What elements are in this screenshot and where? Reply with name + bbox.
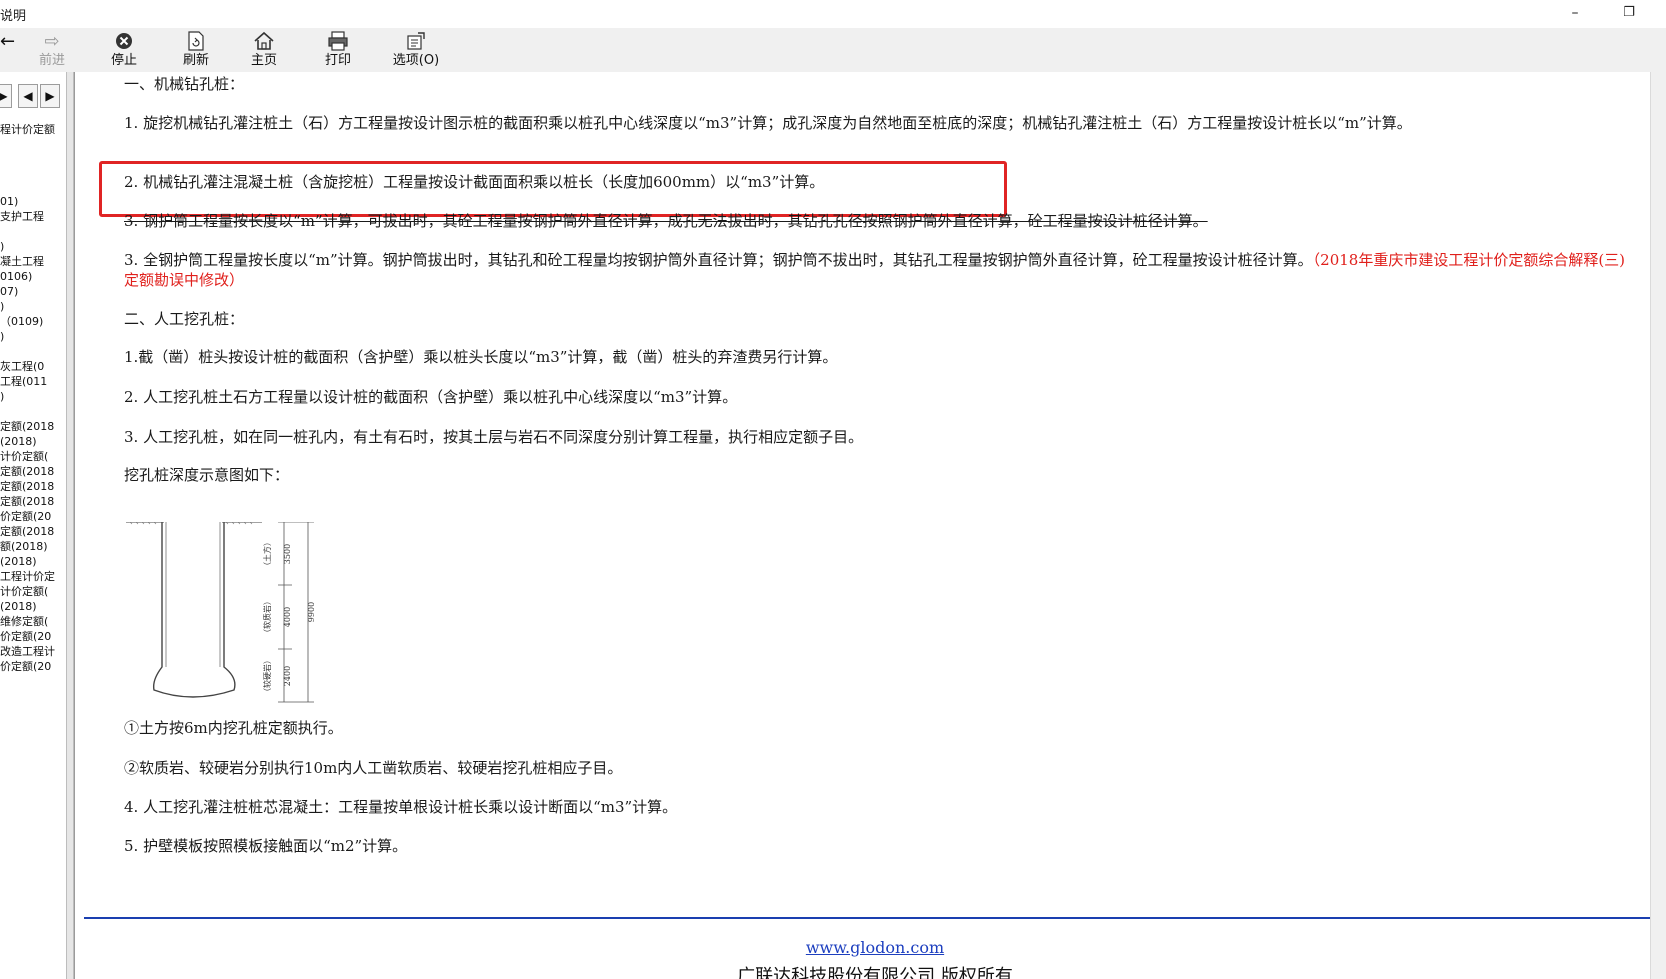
tree-item[interactable]: 改造工程计: [0, 644, 66, 659]
paragraph-1: 1. 旋挖机械钻孔灌注桩土（石）方工程量按设计图示桩的截面积乘以桩孔中心线深度以…: [124, 114, 1412, 132]
tree-item[interactable]: ): [0, 299, 66, 314]
section2-title: 二、人工挖孔桩：: [124, 310, 245, 328]
refresh-button[interactable]: 刷新: [170, 28, 222, 72]
home-label: 主页: [250, 53, 277, 68]
layer2-value: 4000: [283, 607, 292, 627]
tab-scroll-partial-button[interactable]: ▶: [0, 84, 12, 108]
item-3: 3. 人工挖孔桩，如在同一桩孔内，有土有石时，按其土层与岩石不同深度分别计算工程…: [124, 428, 864, 446]
tree-item[interactable]: 凝土工程: [0, 254, 66, 269]
refresh-icon: [170, 31, 222, 53]
contents-pane: ▶ ◀ ▶ 程计价定额 01) 支护工程) 凝土工程 0106) 07)) （0109)) 灰…: [0, 72, 66, 979]
tree-item[interactable]: 额(2018): [0, 539, 66, 554]
toolbar: ← ⇨ 前进 停止 刷新 主页 打印 选项(O): [0, 28, 1666, 72]
tree-item[interactable]: 07): [0, 284, 66, 299]
minimize-button[interactable]: –: [1560, 2, 1590, 24]
maximize-button[interactable]: ❐: [1614, 2, 1644, 24]
item-1: 1.截（凿）桩头按设计桩的截面积（含护壁）乘以桩头长度以“m3”计算，截（凿）桩…: [124, 348, 838, 366]
tree-item[interactable]: 价定额(20: [0, 509, 66, 524]
tab-scroll-left-button[interactable]: ◀: [18, 84, 38, 108]
print-label: 打印: [324, 53, 351, 68]
tree-item[interactable]: 定额(2018: [0, 419, 66, 434]
layer3-label: （较硬岩）: [262, 656, 272, 696]
copyright-text: 广联达科技股份有限公司 版权所有: [737, 966, 1013, 979]
tree-item[interactable]: 程计价定额: [0, 122, 66, 137]
tree-item[interactable]: 支护工程: [0, 209, 66, 224]
paragraph-3-text: 3. 全钢护筒工程量按长度以“m”计算。钢护筒拔出时，其钻孔和砼工程量均按钢护筒…: [124, 251, 1313, 269]
pile-depth-diagram: （土方） 3500 （软质岩） 4000 （较硬岩） 2400 9900: [126, 522, 316, 703]
tree-item[interactable]: 维修定额(: [0, 614, 66, 629]
stop-label: 停止: [110, 53, 137, 68]
tree-item[interactable]: 定额(2018: [0, 524, 66, 539]
layer1-value: 3500: [283, 544, 292, 564]
tree-item[interactable]: 灰工程(0: [0, 359, 66, 374]
tree-item[interactable]: (2018): [0, 554, 66, 569]
paragraph-3-struck: 3. 钢护筒工程量按长度以“m”计算，可拔出时，其砼工程量按钢护筒外直径计算，成…: [124, 212, 1208, 230]
home-icon: [238, 31, 290, 53]
tree-item[interactable]: 0106): [0, 269, 66, 284]
tree-item[interactable]: 工程(011: [0, 374, 66, 389]
total-depth-value: 9900: [307, 602, 316, 622]
paragraph-2: 2. 机械钻孔灌注混凝土桩（含旋挖桩）工程量按设计截面面积乘以桩长（长度加600…: [124, 173, 825, 191]
tree-item[interactable]: (2018): [0, 434, 66, 449]
website-link[interactable]: www.glodon.com: [84, 938, 1666, 957]
printer-icon: [312, 31, 364, 53]
tree-item[interactable]: 计价定额(: [0, 449, 66, 464]
layer1-label: （土方）: [262, 538, 272, 570]
tree-item[interactable]: 01): [0, 194, 66, 209]
tree-item[interactable]: 价定额(20: [0, 659, 66, 674]
stop-button[interactable]: 停止: [98, 28, 150, 72]
tree-item[interactable]: ): [0, 239, 66, 254]
print-button[interactable]: 打印: [312, 28, 364, 72]
tree-item[interactable]: ): [0, 329, 66, 344]
forward-arrow-icon: ⇨: [44, 31, 60, 52]
options-label: 选项(O): [392, 53, 440, 68]
pane-splitter[interactable]: [66, 72, 74, 979]
tree-item[interactable]: 工程计价定: [0, 569, 66, 584]
stop-icon: [98, 31, 150, 53]
content-border: [74, 72, 75, 979]
tree-item[interactable]: 计价定额(: [0, 584, 66, 599]
section1-title: 一、机械钻孔桩：: [124, 75, 245, 93]
help-content: 一、机械钻孔桩： 1. 旋挖机械钻孔灌注桩土（石）方工程量按设计图示桩的截面积乘…: [84, 72, 1666, 979]
back-button[interactable]: ←: [0, 28, 16, 72]
paragraph-3-revised: 3. 全钢护筒工程量按长度以“m”计算。钢护筒拔出时，其钻孔和砼工程量均按钢护筒…: [124, 250, 1634, 290]
item-5: 5. 护壁模板按照模板接触面以“m2”计算。: [124, 837, 408, 855]
tree-item[interactable]: 定额(2018: [0, 479, 66, 494]
refresh-label: 刷新: [182, 53, 209, 68]
note-2: ②软质岩、较硬岩分别执行10m内人工凿软质岩、较硬岩挖孔桩相应子目。: [124, 759, 623, 777]
tree-item[interactable]: 价定额(20: [0, 629, 66, 644]
vertical-scrollbar[interactable]: [1650, 72, 1666, 979]
tree-item[interactable]: ): [0, 389, 66, 404]
title-bar: 说明 – ❐: [0, 0, 1666, 28]
tree-item[interactable]: 定额(2018: [0, 494, 66, 509]
item-2: 2. 人工挖孔桩土石方工程量以设计桩的截面积（含护壁）乘以桩孔中心线深度以“m3…: [124, 388, 738, 406]
tree-item[interactable]: （0109): [0, 314, 66, 329]
window-title: 说明: [0, 9, 27, 24]
pile-inner-wall: [165, 522, 221, 667]
tree-item[interactable]: 定额(2018: [0, 464, 66, 479]
home-button[interactable]: 主页: [238, 28, 290, 72]
options-button[interactable]: 选项(O): [380, 28, 452, 72]
note-1: ①土方按6m内挖孔桩定额执行。: [124, 719, 343, 737]
layer3-value: 2400: [283, 666, 292, 686]
item-4: 4. 人工挖孔灌注桩桩芯混凝土：工程量按单根设计桩长乘以设计断面以“m3”计算。: [124, 798, 678, 816]
layer2-label: （软质岩）: [262, 597, 272, 637]
tab-scroll-arrows: ▶ ◀ ▶: [0, 84, 66, 108]
forward-label: 前进: [38, 53, 65, 68]
diagram-caption: 挖孔桩深度示意图如下：: [124, 466, 290, 484]
forward-button[interactable]: ⇨ 前进: [30, 28, 74, 72]
back-arrow-icon: ←: [0, 31, 16, 52]
tree-item[interactable]: (2018): [0, 599, 66, 614]
options-icon: [380, 31, 452, 53]
footer-divider: [84, 917, 1666, 919]
tab-scroll-right-button[interactable]: ▶: [40, 84, 60, 108]
